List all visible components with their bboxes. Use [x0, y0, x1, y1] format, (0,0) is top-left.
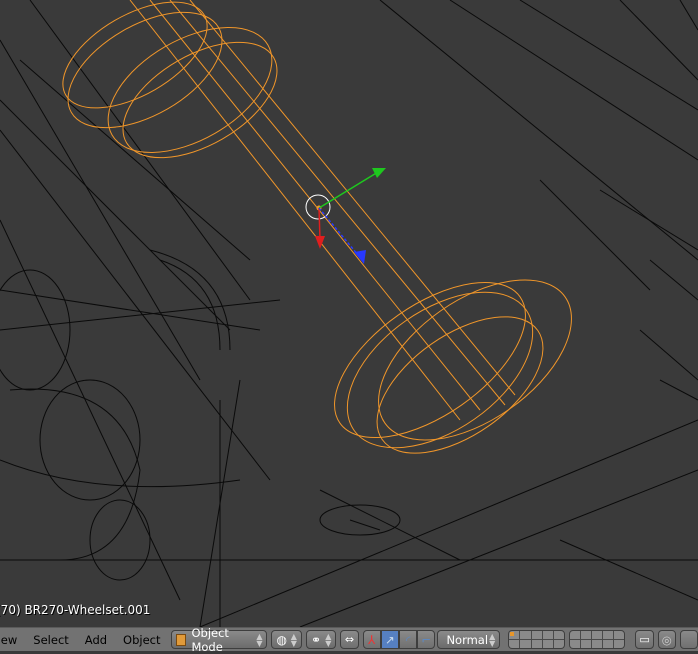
pivot-icon: ⚭: [310, 632, 322, 647]
layer-1[interactable]: [509, 631, 520, 639]
mode-label: Object Mode: [191, 625, 229, 654]
layer-manipulator-button[interactable]: ⇔: [340, 630, 359, 649]
globe-wire-icon: ◍: [276, 632, 287, 647]
updown-icon: ▲ ▼: [256, 631, 263, 648]
layers-grid-1[interactable]: [508, 630, 565, 649]
proportional-edit-icon: ◎: [661, 632, 672, 647]
orientation-label: Normal: [446, 632, 489, 647]
layers-grid-2[interactable]: [568, 630, 626, 649]
manipulator-toggle[interactable]: ⅄: [362, 630, 381, 649]
z-axis-arrow: [354, 250, 366, 264]
rotate-icon: ◜: [405, 632, 411, 647]
mode-dropdown[interactable]: Object Mode ▲ ▼: [170, 626, 268, 654]
3d-viewport[interactable]: (70) BR270-Wheelset.001: [0, 0, 698, 627]
transform-gizmo: [305, 168, 386, 264]
y-axis-arrow: [372, 168, 386, 178]
rotate-manipulator[interactable]: ◜: [399, 630, 418, 649]
snap-button[interactable]: [679, 630, 698, 649]
background-wireframe: [0, 0, 698, 627]
lock-camera-button[interactable]: ▭: [635, 630, 654, 649]
wireframe-scene: [0, 0, 698, 627]
move-arrows-icon: ⇔: [344, 633, 355, 646]
pivot-dropdown[interactable]: ⚭ ▲ ▼: [305, 630, 337, 649]
translate-icon: ↗: [385, 632, 395, 647]
scale-icon: ⌐: [421, 632, 432, 647]
viewport-shading-dropdown[interactable]: ◍ ▲ ▼: [271, 630, 302, 649]
object-info-text: (70) BR270-Wheelset.001: [0, 603, 151, 617]
menu-add[interactable]: Add: [77, 633, 115, 647]
menu-view[interactable]: View: [0, 633, 25, 647]
menu-select[interactable]: Select: [25, 633, 76, 647]
cube-icon: [175, 633, 187, 646]
manipulator-axes-icon: ⅄: [368, 632, 376, 647]
viewport-header: View Select Add Object Object Mode ▲▼ ◍ …: [0, 626, 698, 654]
orientation-dropdown[interactable]: Normal ▲ ▼: [437, 630, 501, 649]
scale-manipulator[interactable]: ⌐: [417, 630, 436, 649]
lock-camera-icon: ▭: [639, 633, 650, 646]
menu-object[interactable]: Object: [115, 633, 168, 647]
proportional-edit-button[interactable]: ◎: [657, 630, 676, 649]
translate-manipulator[interactable]: ↗: [380, 630, 400, 649]
